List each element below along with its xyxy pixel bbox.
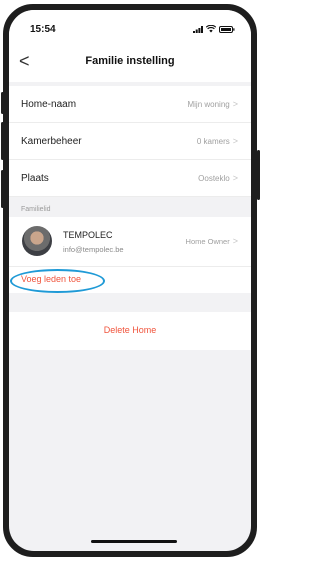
chevron-right-icon: > xyxy=(232,173,238,183)
app-screen: 15:54 < Familie instelling Home-naam Mij… xyxy=(9,10,251,551)
location-row[interactable]: Plaats Oosteklo > xyxy=(9,160,251,197)
chevron-right-icon: > xyxy=(232,236,238,246)
delete-home-button[interactable]: Delete Home xyxy=(104,325,157,335)
room-management-label: Kamerbeheer xyxy=(21,135,82,147)
nav-bar: < Familie instelling xyxy=(9,44,251,82)
signal-icon xyxy=(193,25,203,33)
status-bar: 15:54 xyxy=(9,10,251,44)
location-value: Oosteklo xyxy=(198,173,230,183)
location-value-group: Oosteklo > xyxy=(198,173,238,183)
status-icons xyxy=(193,25,235,33)
members-section-header: Familielid xyxy=(21,206,51,213)
member-role: Home Owner xyxy=(185,236,230,246)
page-title: Familie instelling xyxy=(85,55,175,67)
room-management-row[interactable]: Kamerbeheer 0 kamers > xyxy=(9,123,251,160)
member-name: TEMPOLEC xyxy=(63,230,113,240)
power-button xyxy=(257,150,260,200)
chevron-right-icon: > xyxy=(232,99,238,109)
room-management-value-group: 0 kamers > xyxy=(197,136,238,146)
member-email: info@tempolec.be xyxy=(63,245,124,254)
add-member-row: Voeg leden toe xyxy=(9,267,251,293)
home-name-row[interactable]: Home-naam Mijn woning > xyxy=(9,86,251,123)
avatar xyxy=(22,226,52,256)
delete-home-row: Delete Home xyxy=(9,312,251,350)
battery-icon xyxy=(219,25,235,33)
chevron-right-icon: > xyxy=(232,136,238,146)
room-count-value: 0 kamers xyxy=(196,136,230,146)
home-name-label: Home-naam xyxy=(21,98,77,110)
add-members-link[interactable]: Voeg leden toe xyxy=(21,274,81,284)
volume-down-button xyxy=(1,170,4,208)
home-name-value: Mijn woning xyxy=(187,99,230,109)
home-indicator[interactable] xyxy=(91,540,177,543)
member-row[interactable]: TEMPOLEC info@tempolec.be Home Owner > xyxy=(9,217,251,267)
status-time: 15:54 xyxy=(30,24,56,35)
home-name-value-group: Mijn woning > xyxy=(187,99,238,109)
volume-up-button xyxy=(1,122,4,160)
wifi-icon xyxy=(206,25,216,33)
location-label: Plaats xyxy=(21,172,49,184)
member-role-group: Home Owner > xyxy=(186,236,238,246)
phone-frame: 15:54 < Familie instelling Home-naam Mij… xyxy=(3,4,257,557)
mute-switch xyxy=(1,92,4,114)
